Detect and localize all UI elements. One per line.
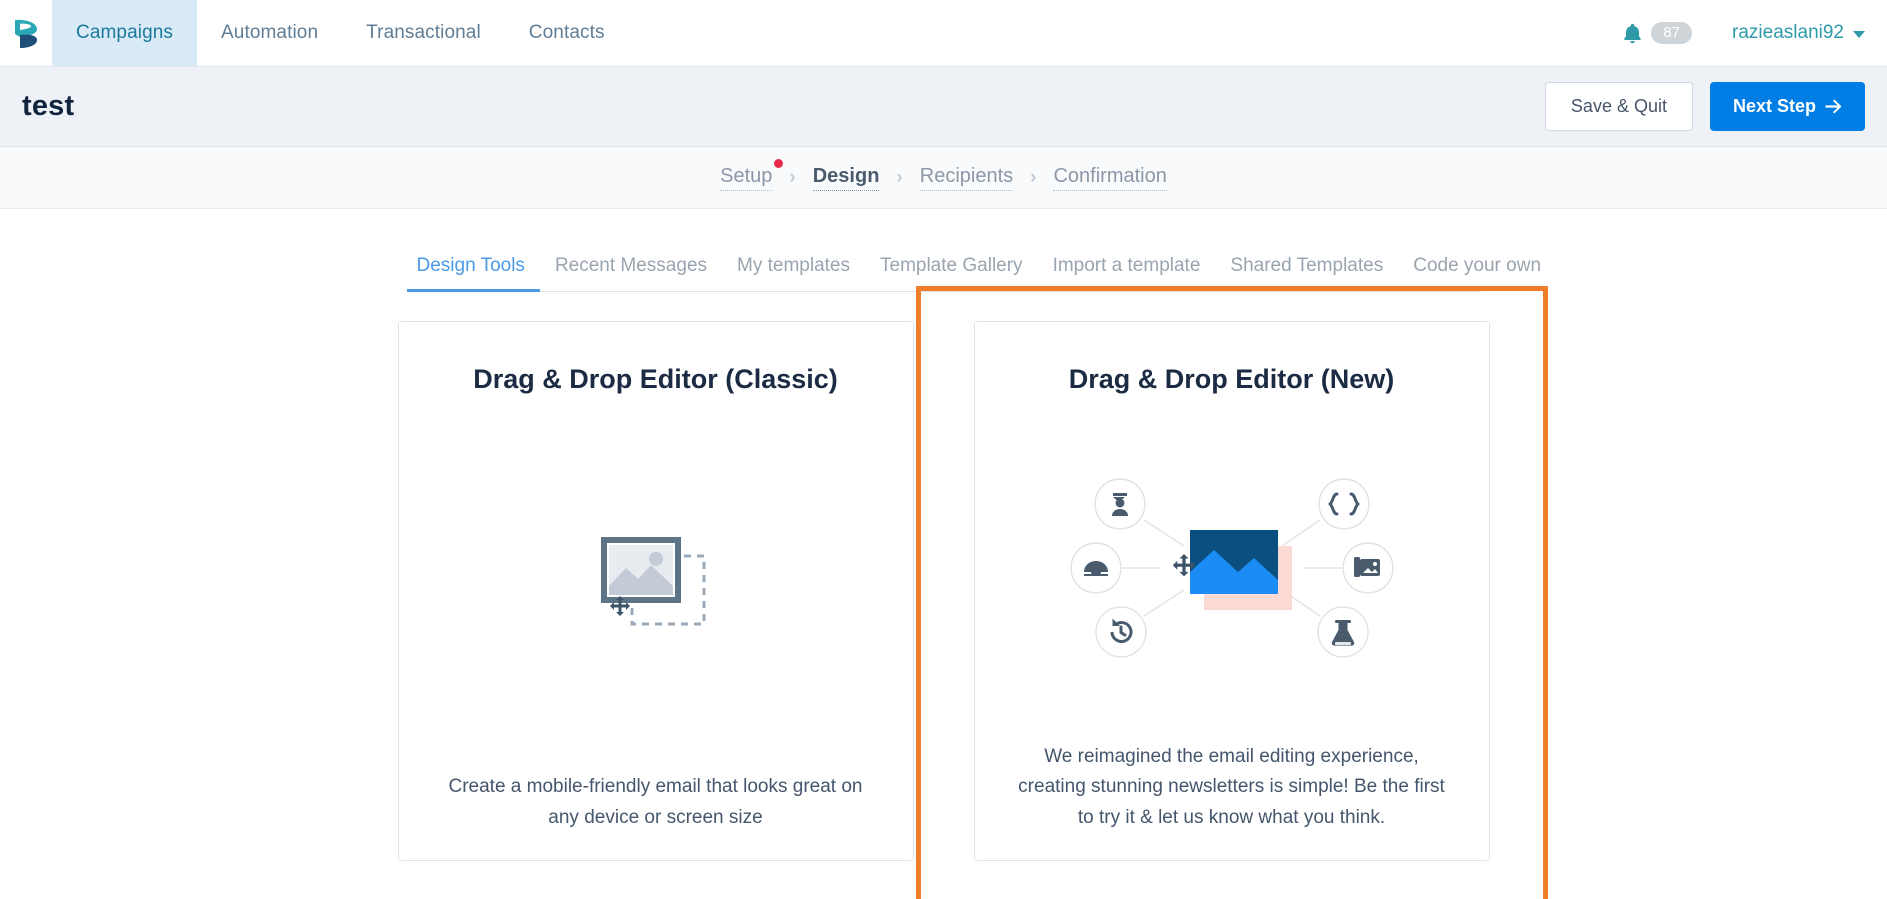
tab-label: My templates: [737, 255, 850, 276]
card-slot-classic: Drag & Drop Editor (Classic) Create a mo…: [397, 321, 914, 861]
main-nav-items: Campaigns Automation Transactional Conta…: [52, 0, 629, 66]
design-tabs: Design Tools Recent Messages My template…: [406, 255, 1541, 292]
editor-choice-cards: Drag & Drop Editor (Classic) Create a mo…: [0, 286, 1887, 899]
editor-card-new[interactable]: Drag & Drop Editor (New) We reimagined t…: [973, 321, 1490, 861]
card-description: We reimagined the email editing experien…: [1018, 745, 1445, 829]
notifications-group[interactable]: 87: [1623, 22, 1693, 44]
step-design[interactable]: Design: [812, 164, 880, 191]
editor-card-classic[interactable]: Drag & Drop Editor (Classic) Create a mo…: [397, 321, 914, 861]
tab-label: Design Tools: [416, 255, 525, 276]
card-visual-new: [1005, 395, 1459, 742]
nav-label: Transactional: [366, 22, 481, 43]
nav-item-automation[interactable]: Automation: [197, 0, 342, 66]
nav-item-campaigns[interactable]: Campaigns: [52, 0, 198, 66]
tab-label: Recent Messages: [554, 255, 708, 276]
bell-icon[interactable]: [1623, 23, 1642, 44]
arrow-right-icon: [1825, 99, 1842, 114]
image-placeholder-drag-icon: [600, 536, 705, 626]
card-slot-new: Drag & Drop Editor (New) We reimagined t…: [915, 286, 1548, 899]
tab-template-gallery[interactable]: Template Gallery: [865, 255, 1038, 291]
tab-label: Import a template: [1052, 255, 1201, 276]
user-name-label: razieaslani92: [1732, 22, 1844, 43]
tab-my-templates[interactable]: My templates: [722, 255, 865, 291]
breadcrumb-separator-icon: ›: [1030, 166, 1037, 188]
editor-features-diagram: [1032, 468, 1432, 668]
step-label: Design: [812, 164, 880, 187]
top-navigation-bar: Campaigns Automation Transactional Conta…: [0, 0, 1887, 67]
app-logo[interactable]: [0, 0, 52, 66]
tab-label: Template Gallery: [880, 255, 1023, 276]
card-title: Drag & Drop Editor (New): [1068, 364, 1395, 394]
breadcrumb: Setup › Design › Recipients › Confirmati…: [0, 147, 1887, 209]
step-confirmation[interactable]: Confirmation: [1053, 164, 1167, 191]
titlebar-actions: Save & Quit Next Step: [1544, 82, 1865, 131]
card-description: Create a mobile-friendly email that look…: [448, 776, 863, 829]
step-setup[interactable]: Setup: [720, 158, 784, 191]
chevron-down-icon: [1853, 31, 1865, 38]
next-step-label: Next Step: [1732, 96, 1816, 116]
breadcrumb-separator-icon: ›: [789, 166, 796, 188]
tab-design-tools[interactable]: Design Tools: [406, 255, 541, 292]
step-label: Setup: [720, 164, 773, 187]
nav-label: Contacts: [528, 22, 605, 43]
page-title: test: [22, 90, 75, 122]
feature-circle-code: [1317, 478, 1370, 531]
campaign-title-bar: test Save & Quit Next Step: [0, 67, 1887, 147]
tab-recent-messages[interactable]: Recent Messages: [540, 255, 722, 291]
notification-count-badge: 87: [1651, 22, 1693, 44]
nav-item-transactional[interactable]: Transactional: [342, 0, 505, 66]
tab-label: Code your own: [1413, 255, 1542, 276]
card-visual-classic: [429, 395, 883, 772]
user-menu[interactable]: razieaslani92: [1732, 22, 1865, 44]
save-and-quit-button[interactable]: Save & Quit: [1544, 82, 1693, 131]
nav-label: Automation: [221, 22, 319, 43]
nav-label: Campaigns: [76, 22, 174, 43]
step-recipients[interactable]: Recipients: [919, 164, 1014, 191]
topnav-right-group: 87 razieaslani92: [1623, 0, 1887, 66]
step-label: Recipients: [919, 164, 1014, 187]
breadcrumb-separator-icon: ›: [896, 166, 903, 188]
brevo-logo-icon: [15, 19, 37, 48]
tab-label: Shared Templates: [1230, 255, 1384, 276]
tab-import-a-template[interactable]: Import a template: [1038, 255, 1216, 291]
next-step-button[interactable]: Next Step: [1709, 82, 1865, 131]
step-alert-dot-icon: [774, 158, 784, 168]
design-tabs-wrapper: Design Tools Recent Messages My template…: [0, 209, 1887, 292]
tab-shared-templates[interactable]: Shared Templates: [1215, 255, 1398, 291]
step-label: Confirmation: [1053, 164, 1167, 187]
image-gallery-icon: [1353, 557, 1380, 578]
tab-code-your-own[interactable]: Code your own: [1398, 255, 1556, 291]
nav-item-contacts[interactable]: Contacts: [505, 0, 629, 66]
card-title: Drag & Drop Editor (Classic): [473, 364, 838, 394]
